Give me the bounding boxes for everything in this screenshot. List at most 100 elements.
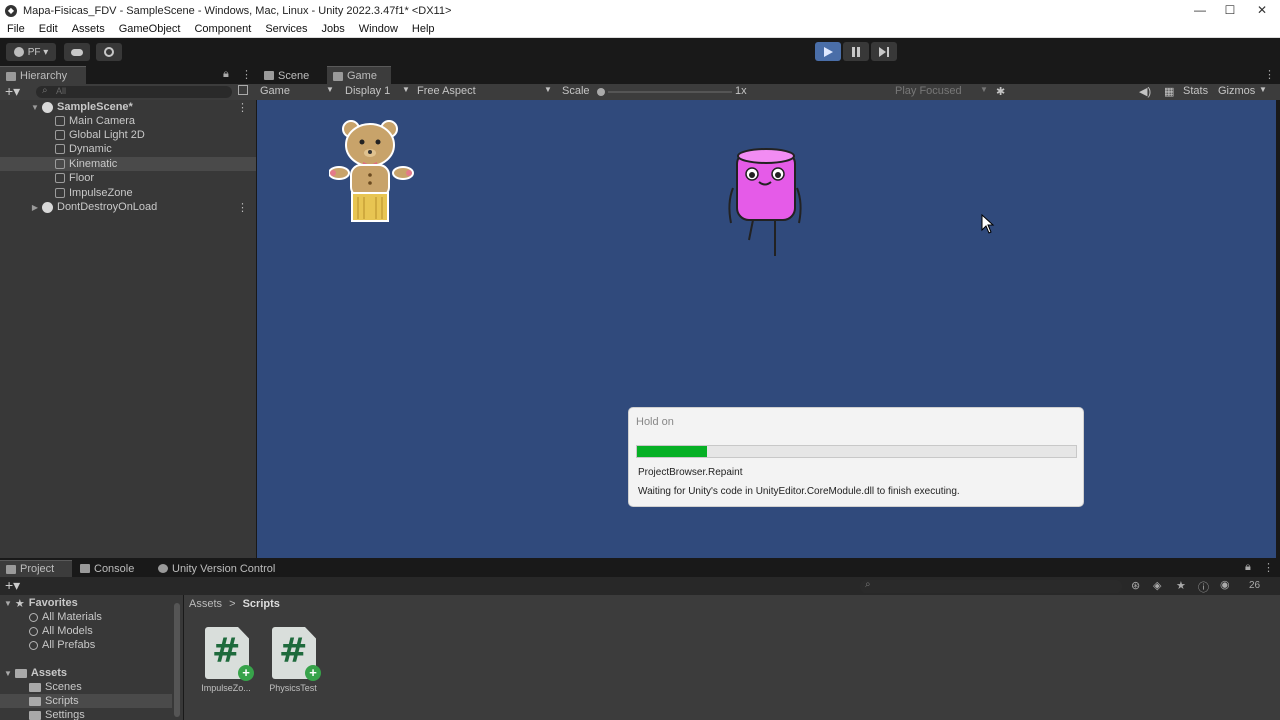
menu-services[interactable]: Services (258, 23, 314, 35)
dontdestroy-row[interactable]: ▶ DontDestroyOnLoad ⋮ (0, 200, 256, 214)
cloud-button[interactable] (64, 43, 90, 61)
version-control-icon (158, 564, 168, 573)
hierarchy-search-input[interactable]: ⌕ All (36, 85, 232, 98)
hierarchy-item-dynamic[interactable]: Dynamic (0, 142, 256, 156)
breadcrumb-scripts[interactable]: Scripts (243, 598, 280, 610)
hierarchy-item-kinematic[interactable]: Kinematic (0, 157, 256, 171)
folder-scenes[interactable]: Scenes (29, 680, 82, 694)
tab-version-control[interactable]: Unity Version Control (152, 560, 288, 577)
asset-name: PhysicsTest (269, 683, 317, 693)
view-menu-icon[interactable]: ⋮ (1264, 68, 1275, 81)
dontdestroy-menu-icon[interactable]: ⋮ (237, 201, 248, 214)
folder-icon (29, 696, 41, 706)
eye-icon[interactable]: ◉ (1220, 578, 1230, 591)
search-by-type-icon[interactable]: ⊛ (1131, 579, 1140, 592)
project-search-input[interactable]: ⌕ (860, 579, 1122, 593)
folder-settings[interactable]: Settings (29, 708, 85, 720)
play-button[interactable] (815, 42, 841, 61)
minimize-button[interactable]: — (1186, 2, 1214, 18)
lock-icon[interactable]: 🔒︎ (1245, 561, 1251, 574)
menu-help[interactable]: Help (405, 23, 442, 35)
display-dropdown[interactable]: Display 1 (345, 85, 390, 97)
chevron-down-icon: ▼ (1259, 85, 1267, 94)
scale-slider-handle[interactable] (597, 88, 605, 96)
collapse-arrow-icon[interactable]: ▶ (30, 203, 40, 212)
saved-search-icon[interactable]: ★ (1176, 579, 1186, 592)
menu-jobs[interactable]: Jobs (315, 23, 352, 35)
scene-row[interactable]: ▼ SampleScene* ⋮ (0, 100, 256, 114)
menu-gameobject[interactable]: GameObject (112, 23, 188, 35)
close-button[interactable]: ✕ (1248, 2, 1276, 18)
stats-button[interactable]: Stats (1183, 85, 1208, 97)
collab-button[interactable] (96, 43, 122, 61)
create-asset-button[interactable]: +▾ (5, 577, 20, 594)
project-tree: ▼ ★ Favorites All Materials All Models A… (0, 595, 183, 720)
mouse-cursor-icon (981, 214, 995, 234)
menu-assets[interactable]: Assets (65, 23, 112, 35)
folder-scripts[interactable]: Scripts (0, 694, 172, 708)
hierarchy-item-global-light[interactable]: Global Light 2D (0, 128, 256, 142)
maximize-button[interactable]: ☐ (1216, 2, 1244, 18)
tab-scene[interactable]: Scene (258, 66, 326, 85)
search-icon (29, 640, 38, 650)
favorite-item-prefabs[interactable]: All Prefabs (29, 638, 95, 652)
chevron-down-icon: ▼ (402, 85, 410, 94)
gameobject-icon (55, 159, 65, 169)
assets-root-row[interactable]: ▼ Assets (4, 666, 67, 680)
scale-label: Scale (562, 85, 590, 97)
aspect-dropdown[interactable]: Free Aspect (417, 85, 476, 97)
menu-window[interactable]: Window (352, 23, 405, 35)
tab-project[interactable]: Project (0, 560, 72, 577)
panel-menu-icon[interactable]: ⋮ (241, 68, 252, 81)
hierarchy-item-impulsezone[interactable]: ImpulseZone (0, 186, 256, 200)
item-label: Main Camera (69, 115, 136, 127)
game-mode-dropdown[interactable]: Game (260, 85, 290, 97)
tree-scrollbar[interactable] (174, 603, 180, 717)
item-label: Dynamic (69, 143, 112, 155)
pause-icon (852, 46, 860, 57)
filter-icon[interactable] (238, 85, 248, 95)
hidden-count: 26 (1249, 580, 1261, 591)
favorite-label: All Models (42, 625, 93, 637)
favorite-item-materials[interactable]: All Materials (29, 610, 102, 624)
add-object-button[interactable]: +▾ (5, 83, 20, 100)
favorites-label: Favorites (28, 597, 78, 609)
favorites-row[interactable]: ▼ ★ Favorites (4, 596, 78, 610)
expand-arrow-icon: ▼ (4, 598, 12, 608)
tab-game-label: Game (347, 70, 377, 82)
tab-game[interactable]: Game (327, 66, 391, 85)
chevron-down-icon: ▼ (544, 85, 552, 94)
gizmos-dropdown[interactable]: Gizmos (1218, 85, 1255, 97)
menu-edit[interactable]: Edit (32, 23, 65, 35)
breadcrumb-assets[interactable]: Assets (189, 598, 222, 610)
hierarchy-item-main-camera[interactable]: Main Camera (0, 114, 256, 128)
account-dropdown[interactable]: PF ▾ (6, 43, 56, 61)
scene-tab-icon (264, 71, 274, 80)
tab-console[interactable]: Console (74, 560, 144, 577)
play-mode-dropdown[interactable]: Play Focused (895, 85, 962, 97)
menu-file[interactable]: File (0, 23, 32, 35)
audio-icon[interactable]: ◀) (1139, 85, 1151, 98)
panel-menu-icon[interactable]: ⋮ (1263, 561, 1274, 574)
folder-icon (6, 564, 16, 574)
menu-component[interactable]: Component (187, 23, 258, 35)
scene-menu-icon[interactable]: ⋮ (237, 101, 248, 114)
expand-arrow-icon[interactable]: ▼ (30, 103, 40, 112)
hierarchy-item-floor[interactable]: Floor (0, 171, 256, 185)
search-by-label-icon[interactable]: ◈ (1153, 579, 1161, 592)
step-icon (879, 46, 889, 57)
scale-slider-track[interactable] (608, 91, 732, 93)
pause-button[interactable] (843, 42, 869, 61)
favorite-item-models[interactable]: All Models (29, 624, 93, 638)
folder-icon (14, 668, 27, 678)
step-button[interactable] (871, 42, 897, 61)
lock-icon[interactable]: 🔒︎ (223, 68, 229, 81)
folder-icon (29, 682, 41, 692)
info-icon[interactable]: ⓘ (1198, 579, 1209, 595)
grid-icon[interactable]: ▦ (1164, 85, 1174, 98)
bug-icon[interactable]: ✱ (996, 85, 1005, 98)
tab-version-control-label: Unity Version Control (172, 562, 276, 575)
asset-physicstest-script[interactable]: # + PhysicsTest (253, 625, 321, 695)
chevron-down-icon: ▼ (980, 85, 988, 94)
asset-impulsezone-script[interactable]: # + ImpulseZo... (186, 625, 254, 695)
